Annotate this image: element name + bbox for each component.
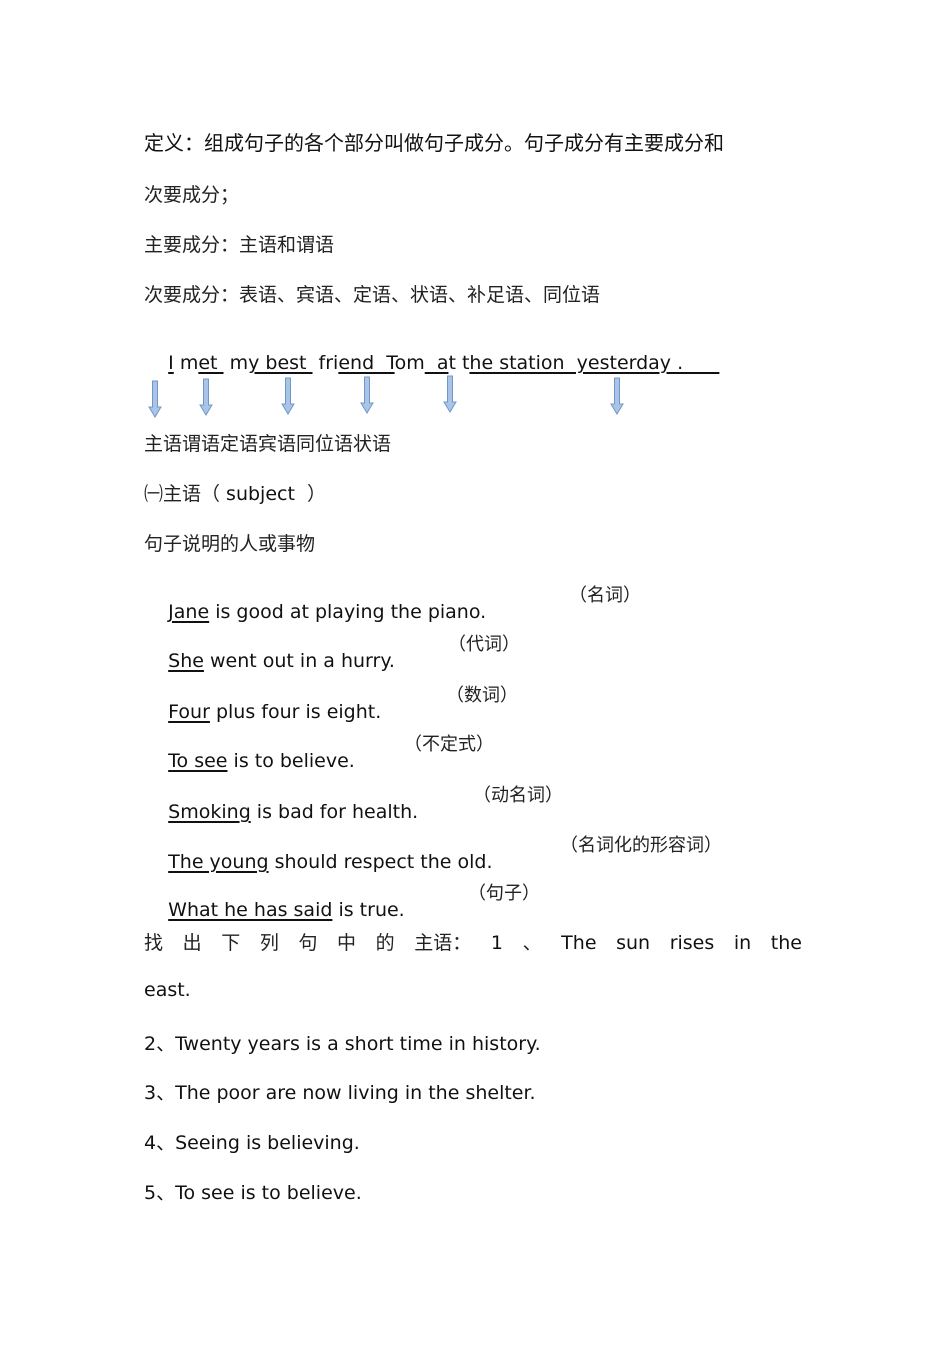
- example-note: （句子）: [468, 883, 540, 904]
- exercise-item: 2、Twenty years is a short time in histor…: [144, 1033, 541, 1055]
- sentence-segment: end T: [338, 352, 395, 374]
- sentence-segment: m: [223, 352, 249, 374]
- example-rest: is to believe.: [227, 750, 355, 772]
- main-components-line: 主要成分：主语和谓语: [144, 234, 335, 256]
- sentence-segment: y best: [248, 352, 313, 374]
- roles-line: 主语谓语定语宾语同位语状语: [144, 433, 392, 455]
- example-rest: went out in a hurry.: [203, 650, 395, 672]
- example-rest: is bad for health.: [250, 801, 419, 823]
- down-arrow-icon: [360, 376, 374, 414]
- down-arrow-icon: [199, 378, 213, 416]
- example-note: （代词）: [448, 634, 520, 655]
- definition-line-2: 次要成分；: [144, 184, 240, 206]
- subject-heading: ㈠主语（ subject ）: [144, 479, 326, 506]
- subject-heading-prefix: ㈠主语（: [144, 483, 221, 505]
- example-note: （动名词）: [473, 785, 563, 806]
- down-arrow-icon: [443, 375, 457, 413]
- sentence-segment: om: [394, 352, 425, 374]
- sentence-segment: fri: [312, 352, 339, 374]
- prompt-word: 主语：: [414, 932, 472, 954]
- example-subject: Smoking: [168, 801, 251, 823]
- example-rest: is true.: [332, 899, 405, 921]
- prompt-word: 找: [144, 932, 164, 954]
- prompt-word: The: [561, 932, 597, 954]
- exercise-item: 4、Seeing is believing.: [144, 1132, 360, 1154]
- definition-line-1: 定义：组成句子的各个部分叫做句子成分。句子成分有主要成分和: [144, 131, 724, 155]
- prompt-word: 出: [182, 932, 202, 954]
- subject-description: 句子说明的人或事物: [144, 533, 316, 555]
- example-subject: To see: [168, 750, 228, 772]
- subject-heading-suffix: ）: [300, 483, 327, 505]
- down-arrow-icon: [148, 380, 162, 418]
- exercise-line-1-continuation: east.: [144, 979, 191, 1001]
- example-note: （名词）: [569, 585, 641, 606]
- example-subject: Four: [168, 701, 210, 723]
- prompt-word: 下: [221, 932, 241, 954]
- sentence-segment: a: [424, 352, 449, 374]
- example-rest: plus four is eight.: [209, 701, 382, 723]
- prompt-word: 句: [298, 932, 318, 954]
- sentence-segment: et: [198, 352, 224, 374]
- prompt-word: 列: [259, 932, 279, 954]
- example-note: （不定式）: [404, 734, 494, 755]
- example-subject: The young: [168, 851, 269, 873]
- prompt-word: 的: [375, 932, 395, 954]
- exercise-prompt: 找 出 下 列 句 中 的 主语： 1 、 The sun rises in t…: [144, 928, 802, 955]
- down-arrow-icon: [281, 377, 295, 415]
- prompt-word: in: [733, 932, 752, 954]
- down-arrow-icon: [610, 377, 624, 415]
- example-subject: Jane: [168, 601, 210, 623]
- example-rest: should respect the old.: [268, 851, 493, 873]
- prompt-word: 中: [337, 932, 357, 954]
- secondary-components-line: 次要成分：表语、宾语、定语、状语、补足语、同位语: [144, 284, 601, 306]
- example-note: （数词）: [446, 685, 518, 706]
- prompt-word: 1: [490, 932, 503, 954]
- prompt-word: the: [770, 932, 802, 954]
- sentence-segment: m: [173, 352, 199, 374]
- exercise-item: 5、To see is to believe.: [144, 1182, 362, 1204]
- example-subject: She: [168, 650, 204, 672]
- prompt-word: sun: [616, 932, 651, 954]
- example-rest: is good at playing the piano.: [209, 601, 487, 623]
- sentence-segment: he station yesterday .: [469, 352, 720, 374]
- prompt-word: 、: [522, 932, 542, 954]
- example-sentence: I met my best friend Tom at the station …: [144, 330, 719, 396]
- exercise-item: 3、The poor are now living in the shelter…: [144, 1082, 536, 1104]
- example-note: （名词化的形容词）: [560, 835, 722, 856]
- subject-heading-en: subject: [220, 483, 301, 505]
- sentence-segment: t t: [448, 352, 470, 374]
- prompt-word: rises: [669, 932, 715, 954]
- example-subject: What he has said: [168, 899, 333, 921]
